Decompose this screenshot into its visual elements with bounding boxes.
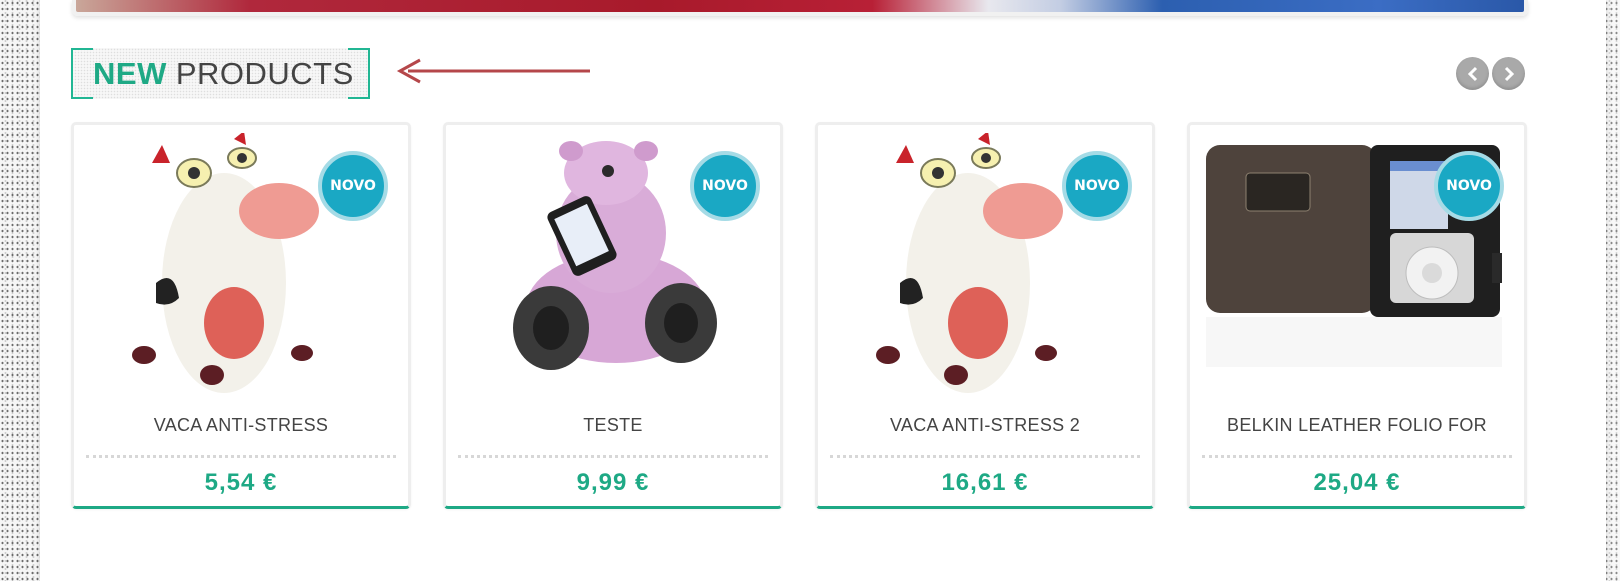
product-name[interactable]: VACA ANTI-STRESS 2 xyxy=(818,415,1152,436)
product-card[interactable]: NOVO TESTE 9,99 € xyxy=(443,122,783,509)
chevron-right-icon xyxy=(1504,66,1514,81)
page: NEW PRODUCTS NOVO VACA ANTI-STRESS 5,54 … xyxy=(40,0,1606,581)
product-card[interactable]: NOVO VACA ANTI-STRESS 5,54 € xyxy=(71,122,411,509)
right-edge-texture xyxy=(1604,0,1620,581)
heading-highlight: NEW xyxy=(93,55,167,91)
product-price: 9,99 € xyxy=(576,469,650,496)
divider xyxy=(86,455,396,458)
banner-slider[interactable] xyxy=(72,0,1528,16)
product-name[interactable]: BELKIN LEATHER FOLIO FOR xyxy=(1190,415,1524,436)
section-heading: NEW PRODUCTS xyxy=(71,48,370,99)
product-card[interactable]: NOVO VACA ANTI-STRESS 2 16,61 € xyxy=(815,122,1155,509)
product-price: 25,04 € xyxy=(1313,469,1401,496)
product-price: 5,54 € xyxy=(204,469,278,496)
banner-image xyxy=(76,0,1524,12)
divider xyxy=(1202,455,1512,458)
new-badge: NOVO xyxy=(1434,151,1504,221)
heading-text: PRODUCTS xyxy=(175,55,354,91)
chevron-left-icon xyxy=(1467,66,1477,81)
left-edge-texture xyxy=(0,0,40,581)
heading-bracket-left xyxy=(71,48,93,99)
divider xyxy=(830,455,1140,458)
product-name[interactable]: VACA ANTI-STRESS xyxy=(74,415,408,436)
product-name[interactable]: TESTE xyxy=(446,415,780,436)
new-badge: NOVO xyxy=(690,151,760,221)
new-badge: NOVO xyxy=(1062,151,1132,221)
annotation-arrow xyxy=(396,58,590,84)
carousel-next-button[interactable] xyxy=(1492,57,1525,90)
heading-bracket-right xyxy=(348,48,370,99)
product-price: 16,61 € xyxy=(941,469,1029,496)
carousel-prev-button[interactable] xyxy=(1456,57,1489,90)
new-badge: NOVO xyxy=(318,151,388,221)
product-card[interactable]: NOVO BELKIN LEATHER FOLIO FOR 25,04 € xyxy=(1187,122,1527,509)
divider xyxy=(458,455,768,458)
